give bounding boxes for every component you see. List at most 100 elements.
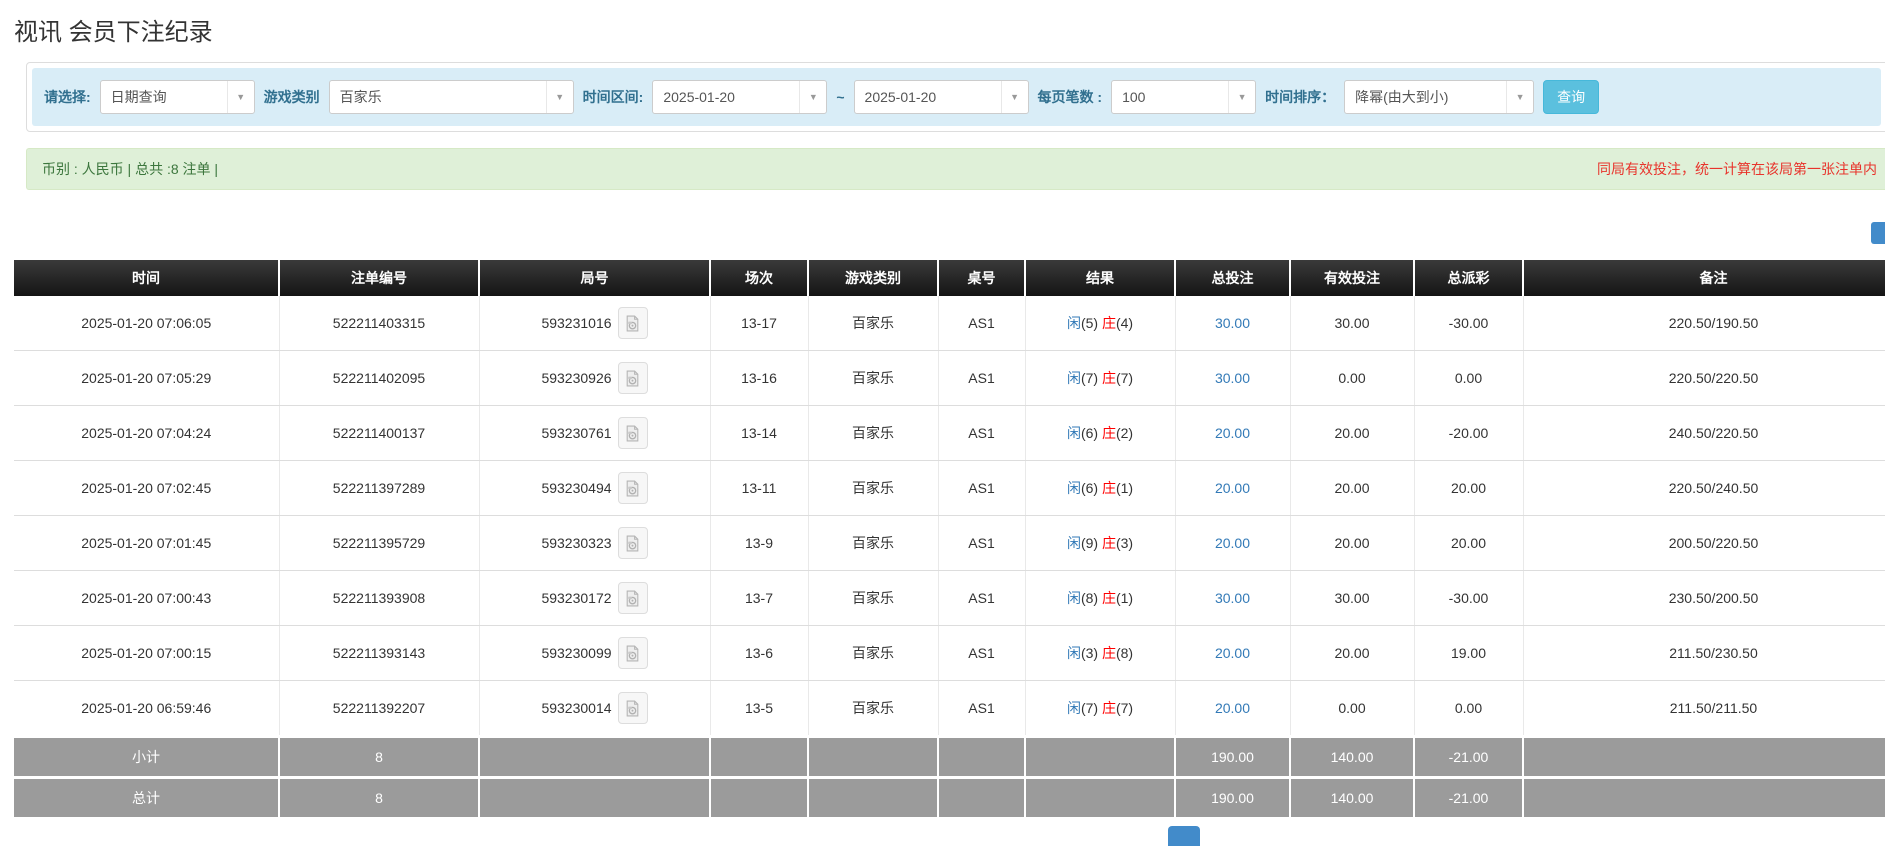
cell-time: 2025-01-20 07:00:43	[14, 570, 280, 626]
cell-game-type: 百家乐	[808, 296, 939, 351]
video-replay-button[interactable]	[617, 637, 648, 669]
footer-game	[808, 776, 939, 817]
total-bet-link[interactable]: 20.00	[1215, 480, 1250, 496]
total-bet-link[interactable]: 30.00	[1215, 370, 1250, 386]
result-player-count: (7)	[1080, 370, 1102, 386]
total-bet-link[interactable]: 30.00	[1215, 315, 1250, 331]
cell-total-bet[interactable]: 20.00	[1175, 515, 1291, 571]
time-sort-select[interactable]: 降幂(由大到小) ▼	[1344, 80, 1535, 114]
video-replay-button[interactable]	[617, 307, 648, 339]
query-button[interactable]: 查询	[1543, 80, 1600, 114]
col-header-valid-bet: 有效投注	[1290, 260, 1415, 296]
summary-row-小计: 小计 8 190.00 140.00 -21.00	[14, 735, 1885, 778]
time-sort-label: 时间排序：	[1265, 89, 1336, 105]
total-bet-link[interactable]: 20.00	[1215, 700, 1250, 716]
game-type-select[interactable]: 百家乐 ▼	[328, 80, 574, 114]
cell-payout: 20.00	[1414, 515, 1524, 571]
result-banker-label: 庄	[1101, 480, 1116, 496]
cell-total-bet[interactable]: 20.00	[1175, 460, 1291, 516]
cell-valid-bet: 30.00	[1290, 570, 1415, 626]
cell-remark: 200.50/220.50	[1523, 515, 1885, 571]
page-title: 视讯 会员下注纪录	[14, 19, 213, 46]
cell-valid-bet: 0.00	[1290, 680, 1415, 737]
video-record-icon	[626, 535, 639, 551]
table-row: 2025-01-20 07:05:29 522211402095 593230926…	[14, 350, 1885, 406]
footer-table-no	[938, 776, 1026, 817]
cell-table-no: AS1	[938, 570, 1026, 626]
round-id-text: 593230761	[541, 425, 612, 441]
footer-remark	[1523, 776, 1885, 817]
cutoff-toolbar-button[interactable]	[1871, 222, 1885, 244]
cell-total-bet[interactable]: 30.00	[1175, 350, 1291, 406]
cell-total-bet[interactable]: 30.00	[1175, 570, 1291, 626]
currency-summary-text: 币别 : 人民币 | 总共 :8 注单 |	[42, 161, 219, 177]
cell-remark: 220.50/220.50	[1523, 350, 1885, 406]
cell-session: 13-6	[710, 625, 809, 681]
cell-table-no: AS1	[938, 350, 1026, 406]
cell-remark: 230.50/200.50	[1523, 570, 1885, 626]
cell-bet-id: 522211395729	[279, 515, 480, 571]
col-header-table-no: 桌号	[938, 260, 1026, 296]
video-replay-button[interactable]	[617, 582, 648, 614]
video-record-icon	[626, 645, 639, 661]
video-replay-button[interactable]	[617, 362, 648, 394]
total-bet-link[interactable]: 20.00	[1215, 535, 1250, 551]
date-from-value: 2025-01-20	[663, 89, 735, 105]
cell-payout: -30.00	[1414, 570, 1524, 626]
cell-total-bet[interactable]: 20.00	[1175, 625, 1291, 681]
result-player-label: 闲	[1066, 645, 1081, 661]
footer-result	[1025, 776, 1176, 817]
cell-round-id: 593230099	[479, 625, 711, 681]
date-to-select[interactable]: 2025-01-20 ▼	[853, 80, 1029, 114]
pagination-button-partial[interactable]	[1168, 826, 1200, 846]
result-player-label: 闲	[1066, 370, 1081, 386]
video-replay-button[interactable]	[617, 472, 648, 504]
cell-payout: 19.00	[1414, 625, 1524, 681]
result-player-label: 闲	[1066, 315, 1081, 331]
col-header-time: 时间	[14, 260, 280, 296]
video-replay-button[interactable]	[617, 527, 648, 559]
date-from-select[interactable]: 2025-01-20 ▼	[652, 80, 828, 114]
cell-round-id: 593230926	[479, 350, 711, 406]
total-bet-link[interactable]: 20.00	[1215, 425, 1250, 441]
cell-payout: -30.00	[1414, 296, 1524, 351]
cell-payout: 0.00	[1414, 680, 1524, 737]
video-record-icon	[626, 370, 639, 386]
table-row: 2025-01-20 06:59:46 522211392207 593230014…	[14, 680, 1885, 737]
footer-payout: -21.00	[1414, 776, 1524, 817]
records-footer: 小计 8 190.00 140.00 -21.00 总计 8 190.00 140.00 -21.…	[14, 735, 1885, 817]
round-id-group: 593230761	[484, 417, 706, 449]
footer-total-bet: 190.00	[1175, 735, 1291, 778]
total-bet-link[interactable]: 20.00	[1215, 645, 1250, 661]
cell-total-bet[interactable]: 20.00	[1175, 405, 1291, 461]
video-record-icon	[626, 590, 639, 606]
time-sort-value: 降幂(由大到小)	[1355, 89, 1449, 105]
round-id-group: 593231016	[484, 307, 706, 339]
round-id-group: 593230172	[484, 582, 706, 614]
table-header: 时间 注单编号 局号 场次 游戏类别 桌号 结果 总投注 有效投注 总派彩 备注	[14, 260, 1885, 296]
col-header-payout: 总派彩	[1414, 260, 1524, 296]
video-replay-button[interactable]	[617, 692, 648, 724]
result-banker-count: (7)	[1115, 370, 1134, 386]
cell-time: 2025-01-20 07:05:29	[14, 350, 280, 406]
cell-round-id: 593230494	[479, 460, 711, 516]
result-player-label: 闲	[1066, 535, 1081, 551]
result-banker-label: 庄	[1101, 315, 1116, 331]
result-banker-label: 庄	[1101, 425, 1116, 441]
col-header-remark: 备注	[1523, 260, 1885, 296]
query-type-select[interactable]: 日期查询 ▼	[99, 80, 255, 114]
page-size-select[interactable]: 100 ▼	[1111, 80, 1257, 114]
cell-result: 闲(5) 庄(4)	[1025, 296, 1176, 351]
cell-valid-bet: 20.00	[1290, 460, 1415, 516]
cell-result: 闲(9) 庄(3)	[1025, 515, 1176, 571]
cell-total-bet[interactable]: 30.00	[1175, 296, 1291, 351]
cell-result: 闲(7) 庄(7)	[1025, 680, 1176, 737]
col-header-total-bet: 总投注	[1175, 260, 1291, 296]
video-replay-button[interactable]	[617, 417, 648, 449]
footer-session	[710, 735, 809, 778]
result-player-label: 闲	[1066, 590, 1081, 606]
chevron-down-icon: ▼	[1000, 81, 1028, 113]
cell-total-bet[interactable]: 20.00	[1175, 680, 1291, 737]
cell-session: 13-11	[710, 460, 809, 516]
total-bet-link[interactable]: 30.00	[1215, 590, 1250, 606]
